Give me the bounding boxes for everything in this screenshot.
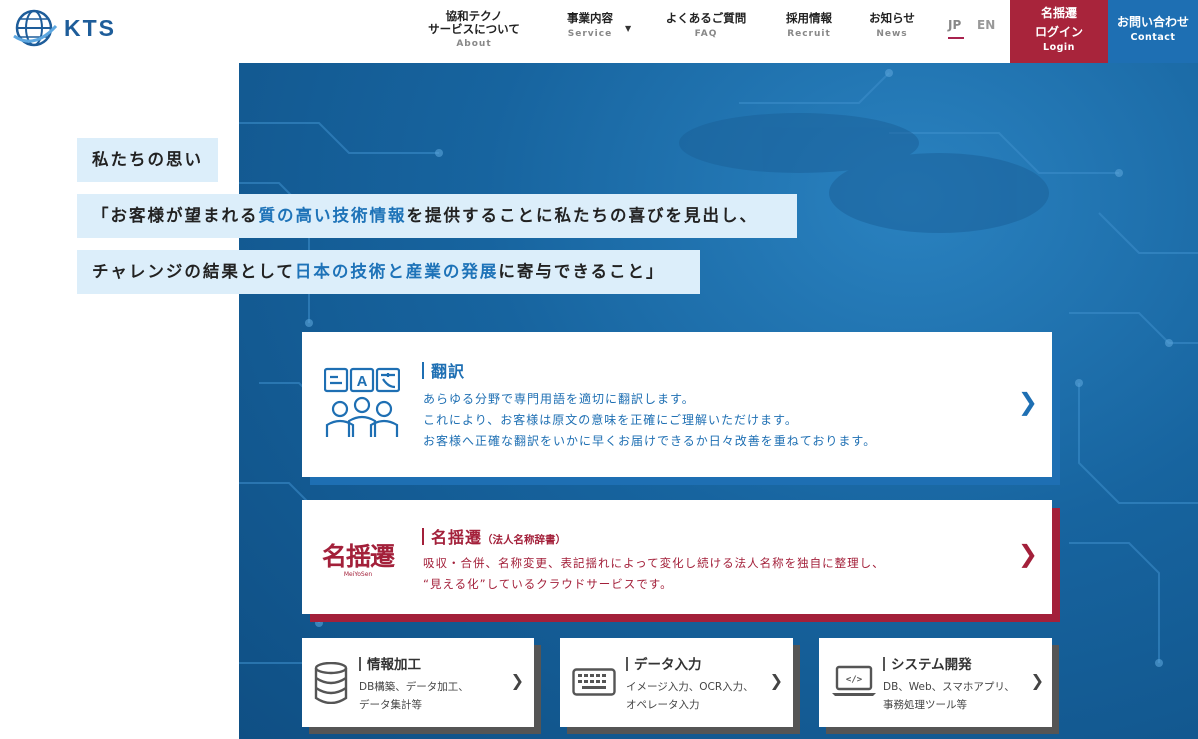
service-card-meiyosen[interactable]: 名揺遷 MeiYoSen 名揺遷（法人名称辞書） 吸収・合併、名称変更、表記揺れ… — [302, 500, 1052, 614]
chevron-right-icon[interactable]: ❯ — [511, 671, 524, 690]
chevron-right-icon[interactable]: ❯ — [1031, 671, 1044, 690]
system-dev-title-text: システム開発 — [891, 657, 972, 673]
translation-description: あらゆる分野で専門用語を適切に翻訳します。 これにより、お客様は原文の意味を正確… — [423, 389, 876, 452]
service-card-info-processing[interactable]: 情報加工 DB構築、データ加工、 データ集計等 ❯ — [302, 638, 534, 727]
lang-en-link[interactable]: EN — [977, 18, 995, 32]
nav-about-en: About — [456, 39, 492, 49]
login-label-2: ログイン — [1034, 25, 1083, 39]
title-bar — [359, 657, 361, 671]
translation-title: 翻訳 — [422, 358, 465, 382]
meiyosen-title: 名揺遷（法人名称辞書） — [422, 524, 566, 548]
system-dev-title: システム開発 — [883, 653, 972, 673]
nav-recruit-label: 採用情報 — [786, 11, 832, 25]
info-processing-desc-line: データ集計等 — [359, 699, 422, 711]
lang-active-underline — [948, 37, 964, 39]
title-bar — [626, 657, 628, 671]
translation-desc-line: これにより、お客様は原文の意味を正確にご理解いただけます。 — [423, 413, 798, 427]
translation-title-text: 翻訳 — [431, 362, 466, 381]
info-processing-desc-line: DB構築、データ加工、 — [359, 681, 469, 693]
service-card-data-entry[interactable]: データ入力 イメージ入力、OCR入力、 オペレータ入力 ❯ — [560, 638, 793, 727]
chevron-right-icon[interactable]: ❯ — [1018, 388, 1038, 416]
meiyosen-title-text: 名揺遷 — [431, 528, 483, 547]
nav-about-label-2: サービスについて — [428, 22, 520, 36]
logo-text: KTS — [64, 14, 116, 41]
translation-desc-line: お客様へ正確な翻訳をいかに早くお届けできるか日々改善を重ねております。 — [423, 434, 877, 448]
info-processing-description: DB構築、データ加工、 データ集計等 — [359, 678, 469, 714]
login-label-en: Login — [1043, 42, 1075, 53]
title-bar — [422, 528, 424, 545]
title-bar — [422, 362, 424, 379]
data-entry-title: データ入力 — [626, 653, 702, 673]
service-card-translation[interactable]: A 翻訳 あらゆる分野で専門用語を適切に翻訳します。 これにより、お客様は原文の… — [302, 332, 1052, 477]
service-card-system-dev[interactable]: </> システム開発 DB、Web、スマホアプリ、 事務処理ツール等 ❯ — [819, 638, 1052, 727]
philosophy-line-2: チャレンジの結果として日本の技術と産業の発展に寄与できること」 — [77, 250, 700, 294]
site-logo[interactable]: KTS — [12, 6, 116, 50]
info-processing-title: 情報加工 — [359, 653, 421, 673]
nav-faq-en: FAQ — [694, 29, 718, 39]
meiyosen-desc-line: 吸収・合併、名称変更、表記揺れによって変化し続ける法人名称を独自に整理し、 — [423, 556, 885, 570]
contact-label-en: Contact — [1130, 32, 1176, 43]
login-label-1: 名揺遷 — [1040, 6, 1077, 20]
nav-news-en: News — [876, 29, 908, 39]
meiyosen-logo-text: 名揺遷 — [322, 542, 395, 571]
data-entry-description: イメージ入力、OCR入力、 オペレータ入力 — [626, 678, 754, 714]
system-dev-desc-line: 事務処理ツール等 — [883, 699, 967, 711]
page: KTS 協和テクノ サービスについて About 事業内容 Service ▼ … — [0, 0, 1198, 739]
login-button[interactable]: 名揺遷 ログイン Login — [1010, 0, 1108, 63]
philosophy-line-1-highlight: 質の高い技術情報 — [258, 206, 407, 225]
translation-people-icon: A — [324, 367, 400, 437]
site-header: KTS 協和テクノ サービスについて About 事業内容 Service ▼ … — [0, 0, 1198, 63]
philosophy-line-1-post: を提供することに私たちの喜びを見出し、 — [406, 206, 758, 225]
nav-faq[interactable]: よくあるご質問 FAQ — [656, 0, 756, 63]
nav-service-en: Service — [567, 29, 613, 39]
nav-service[interactable]: 事業内容 Service — [556, 0, 624, 63]
laptop-code-icon: </> — [832, 665, 876, 696]
info-processing-title-text: 情報加工 — [367, 657, 421, 673]
chevron-right-icon[interactable]: ❯ — [770, 671, 783, 690]
contact-label: お問い合わせ — [1116, 15, 1189, 29]
keyboard-icon — [572, 668, 616, 696]
nav-faq-label: よくあるご質問 — [665, 11, 747, 25]
system-dev-desc-line: DB、Web、スマホアプリ、 — [883, 681, 1015, 693]
meiyosen-description: 吸収・合併、名称変更、表記揺れによって変化し続ける法人名称を独自に整理し、 “見… — [423, 553, 885, 595]
lang-jp-link[interactable]: JP — [948, 18, 961, 32]
nav-recruit[interactable]: 採用情報 Recruit — [778, 0, 840, 63]
philosophy-line-2-pre: チャレンジの結果として — [92, 262, 295, 281]
translation-desc-line: あらゆる分野で専門用語を適切に翻訳します。 — [423, 392, 695, 406]
philosophy-heading-text: 私たちの思い — [92, 150, 203, 169]
nav-about[interactable]: 協和テクノ サービスについて About — [425, 0, 523, 63]
nav-news-label: お知らせ — [869, 11, 915, 25]
meiyosen-logo: 名揺遷 MeiYoSen — [322, 537, 395, 578]
title-bar — [883, 657, 885, 671]
data-entry-title-text: データ入力 — [634, 657, 702, 673]
nav-service-label: 事業内容 — [567, 11, 613, 25]
philosophy-line-2-highlight: 日本の技術と産業の発展 — [294, 262, 499, 281]
philosophy-heading: 私たちの思い — [77, 138, 218, 182]
database-icon — [314, 662, 348, 704]
contact-button[interactable]: お問い合わせ Contact — [1108, 0, 1198, 63]
svg-text:</>: </> — [846, 675, 863, 685]
translation-icon-letter: A — [357, 373, 368, 390]
globe-logo-icon — [13, 9, 58, 47]
nav-recruit-en: Recruit — [787, 29, 831, 39]
philosophy-line-2-post: に寄与できること」 — [498, 262, 665, 281]
meiyosen-desc-line: “見える化”しているクラウドサービスです。 — [423, 577, 673, 591]
philosophy-line-1-pre: 「お客様が望まれる — [92, 206, 259, 225]
chevron-right-icon[interactable]: ❯ — [1018, 540, 1038, 568]
philosophy-line-1: 「お客様が望まれる質の高い技術情報を提供することに私たちの喜びを見出し、 — [77, 194, 797, 238]
data-entry-desc-line: イメージ入力、OCR入力、 — [626, 681, 754, 693]
meiyosen-subtitle: （法人名称辞書） — [482, 534, 567, 546]
system-dev-description: DB、Web、スマホアプリ、 事務処理ツール等 — [883, 678, 1015, 714]
chevron-down-icon[interactable]: ▼ — [625, 24, 631, 33]
nav-news[interactable]: お知らせ News — [862, 0, 922, 63]
data-entry-desc-line: オペレータ入力 — [626, 699, 700, 711]
